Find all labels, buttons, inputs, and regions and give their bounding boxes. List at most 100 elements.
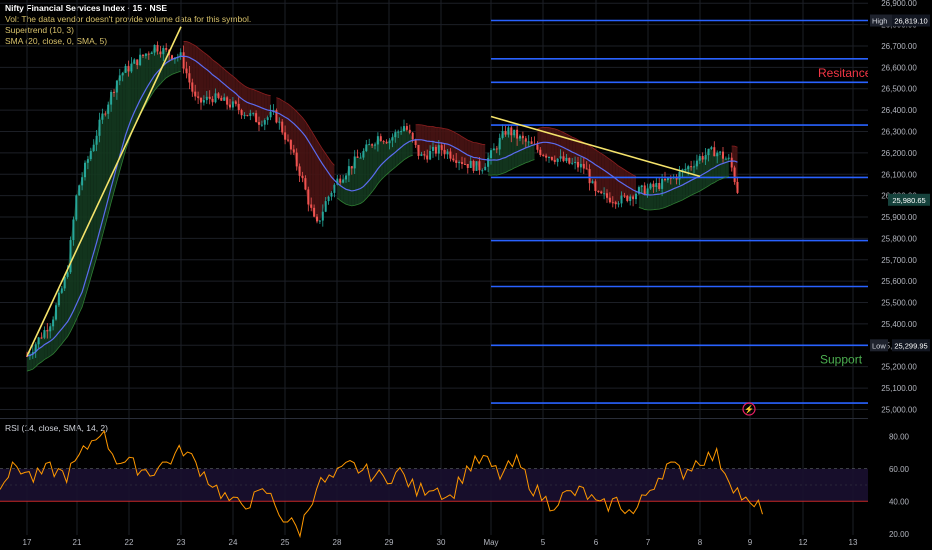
supertrend-band xyxy=(482,144,486,171)
supertrend-band xyxy=(250,88,254,114)
candle-body xyxy=(95,135,98,145)
candle-body xyxy=(423,154,426,156)
candle-body xyxy=(78,185,81,196)
date-tick: May xyxy=(483,538,498,547)
candle-body xyxy=(223,97,226,101)
candle-body xyxy=(585,168,588,170)
low-value: 25,299.95 xyxy=(894,341,927,350)
price-tick: 26,200.00 xyxy=(881,149,917,158)
supertrend-band xyxy=(604,155,607,198)
date-tick: 29 xyxy=(385,538,394,547)
candle-body xyxy=(530,141,533,144)
date-tick: 8 xyxy=(698,538,703,547)
candle-body xyxy=(359,157,362,159)
supertrend-band xyxy=(528,141,532,162)
candle-body xyxy=(516,129,519,139)
supertrend-band xyxy=(172,57,175,75)
candle-body xyxy=(231,101,234,108)
price-tick: 25,900.00 xyxy=(881,213,917,222)
candle-body xyxy=(208,96,211,99)
price-tick: 26,100.00 xyxy=(881,170,917,179)
candle-body xyxy=(153,44,156,53)
supertrend-band xyxy=(317,140,320,222)
candle-body xyxy=(446,151,449,155)
supertrend-band xyxy=(725,157,729,178)
candle-body xyxy=(519,135,521,139)
candle-body xyxy=(405,126,408,130)
candle-body xyxy=(614,202,617,205)
supertrend-band xyxy=(128,63,132,142)
candle-body xyxy=(501,130,504,138)
price-chart[interactable]: Resitance Support ⚡ 25,000.00 25,100.00 25,2… xyxy=(0,0,932,550)
candle-body xyxy=(202,100,205,103)
supertrend-band xyxy=(201,50,204,103)
supertrend-band xyxy=(340,179,344,203)
supertrend-band xyxy=(380,141,384,181)
candle-body xyxy=(710,147,713,149)
candle-body xyxy=(258,122,260,125)
candle-body xyxy=(463,163,466,165)
candle-body xyxy=(649,183,652,189)
date-tick: 9 xyxy=(748,538,753,547)
supertrend-band xyxy=(325,153,329,202)
date-tick: 5 xyxy=(541,538,546,547)
supertrend-band xyxy=(195,45,199,98)
candle-body xyxy=(719,151,722,153)
supertrend-band xyxy=(247,87,251,116)
candle-body xyxy=(475,161,478,171)
supertrend-band xyxy=(598,151,602,194)
candle-body xyxy=(536,144,539,150)
candle-body xyxy=(89,151,92,160)
candle-body xyxy=(417,144,420,156)
candle-body xyxy=(214,93,217,103)
price-tick: 26,500.00 xyxy=(881,85,917,94)
candle-body xyxy=(69,240,72,273)
candle-body xyxy=(133,59,136,64)
candle-body xyxy=(452,158,455,161)
candle-body xyxy=(205,96,208,101)
candle-body xyxy=(304,178,307,190)
candle-body xyxy=(289,140,292,150)
candle-body xyxy=(606,193,608,198)
candle-body xyxy=(240,110,243,116)
candle-body xyxy=(362,151,365,158)
candle-body xyxy=(98,119,101,136)
candle-body xyxy=(481,170,484,172)
candle-body xyxy=(156,44,159,52)
candle-body xyxy=(249,113,252,116)
candle-body xyxy=(594,181,597,192)
candle-body xyxy=(37,337,40,345)
candle-body xyxy=(318,220,321,222)
candle-body xyxy=(652,183,655,187)
candle-body xyxy=(611,202,614,204)
supertrend-band xyxy=(215,61,219,98)
supertrend-band xyxy=(609,159,613,203)
candle-body xyxy=(365,144,368,152)
candle-body xyxy=(571,162,574,164)
candle-body xyxy=(553,159,556,162)
candle-body xyxy=(55,305,57,320)
price-tick: 25,600.00 xyxy=(881,277,917,286)
candle-body xyxy=(693,166,695,168)
candle-body xyxy=(301,175,304,179)
candle-body xyxy=(321,211,324,221)
candle-body xyxy=(582,163,585,169)
supertrend-band xyxy=(557,129,561,159)
candle-body xyxy=(211,98,214,103)
candle-body xyxy=(313,207,316,217)
candle-body xyxy=(661,178,664,189)
price-tick: 26,300.00 xyxy=(881,127,917,136)
candle-body xyxy=(316,216,318,222)
candle-body xyxy=(597,191,600,193)
candle-body xyxy=(136,59,139,66)
candle-body xyxy=(229,104,231,108)
supertrend-band xyxy=(612,161,616,205)
supertrend-band xyxy=(357,157,361,205)
price-tick: 25,800.00 xyxy=(881,234,917,243)
candle-body xyxy=(60,288,63,293)
candle-body xyxy=(579,163,582,168)
candle-body xyxy=(40,337,43,339)
candle-body xyxy=(408,129,411,133)
horizontal-levels[interactable]: Resitance Support ⚡ xyxy=(491,19,872,416)
candle-body xyxy=(298,166,301,176)
